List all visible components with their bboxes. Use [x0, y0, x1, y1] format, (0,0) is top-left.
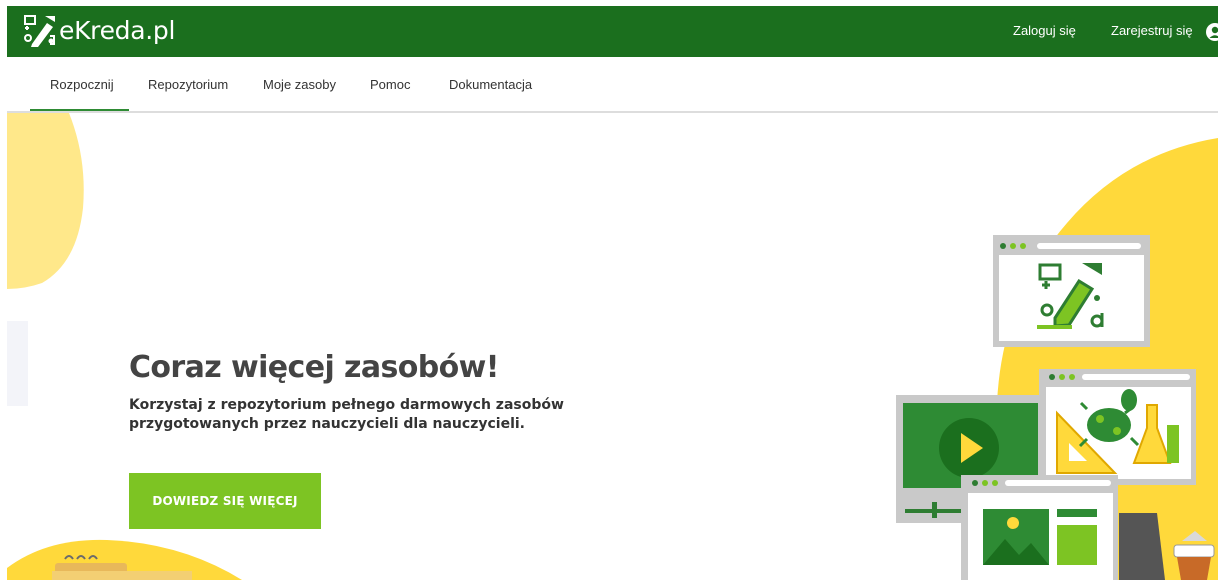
hero-banner: Coraz więcej zasobów! Korzystaj z repozy…	[7, 113, 1218, 580]
site-logo[interactable]: eKreda.pl	[23, 13, 175, 49]
hero-title: Coraz więcej zasobów!	[129, 350, 499, 385]
login-link[interactable]: Zaloguj się	[1013, 22, 1076, 40]
top-header: eKreda.pl Zaloguj się Zarejestruj się	[7, 6, 1218, 57]
ekreda-logo-icon	[24, 15, 55, 47]
logo-text: eKreda.pl	[59, 16, 176, 45]
hero-subtitle: Korzystaj z repozytorium pełnego darmowy…	[129, 397, 564, 432]
laptop-illustration	[1119, 513, 1165, 580]
page: eKreda.pl Zaloguj się Zarejestruj się Ro…	[7, 6, 1218, 580]
nav-item-repozytorium[interactable]: Repozytorium	[148, 77, 228, 93]
learn-more-button[interactable]: DOWIEDZ SIĘ WIĘCEJ	[129, 473, 321, 529]
nav-item-moje-zasoby[interactable]: Moje zasoby	[263, 77, 336, 93]
nav-active-indicator	[30, 109, 129, 111]
window-science-illustration	[1039, 369, 1196, 485]
carousel-prev-tab[interactable]	[7, 321, 28, 406]
nav-item-dokumentacja[interactable]: Dokumentacja	[449, 77, 532, 93]
nav-item-rozpocznij[interactable]: Rozpocznij	[50, 77, 114, 93]
window-logo-illustration	[993, 235, 1150, 347]
nav-item-pomoc[interactable]: Pomoc	[370, 77, 410, 93]
register-link[interactable]: Zarejestruj się	[1111, 22, 1193, 40]
decor-blob-top-left	[7, 113, 84, 289]
main-nav: Rozpocznij Repozytorium Moje zasoby Pomo…	[7, 57, 1218, 113]
window-gallery-illustration	[961, 475, 1118, 580]
user-account-icon[interactable]	[1206, 23, 1218, 41]
